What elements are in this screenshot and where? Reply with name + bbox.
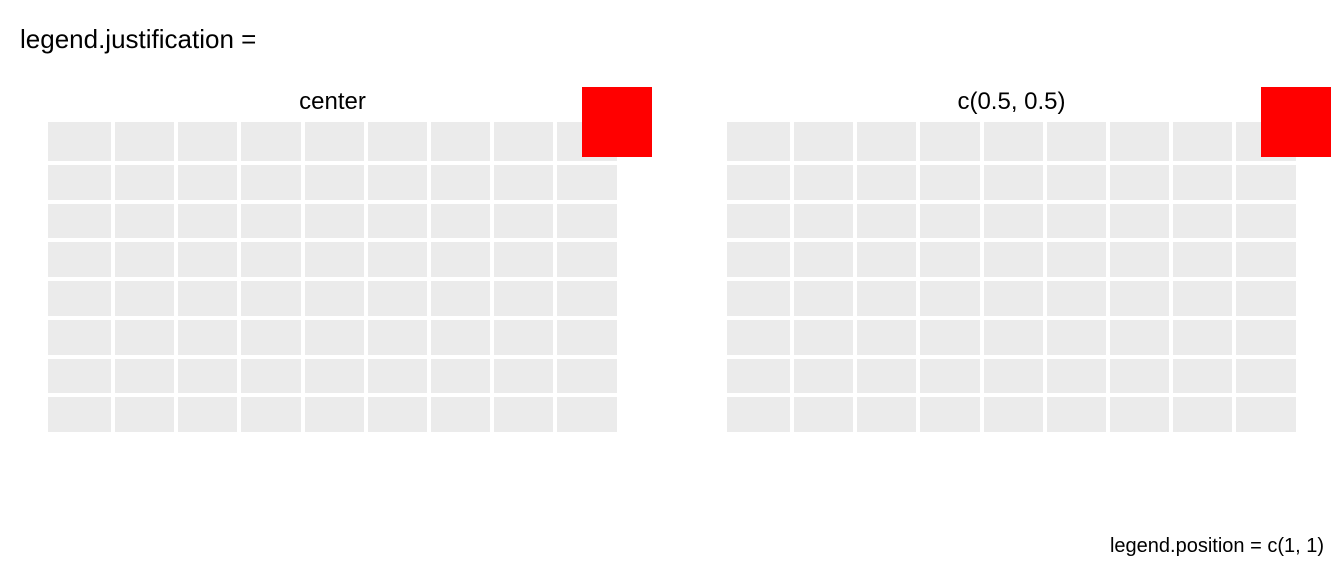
- panel-right: c(0.5, 0.5): [727, 88, 1296, 432]
- panel-row: center c(0.5, 0.5): [48, 88, 1296, 432]
- plot-area-left: [48, 122, 617, 432]
- legend-box-left: [582, 87, 652, 157]
- panel-title-right: c(0.5, 0.5): [727, 88, 1296, 116]
- caption: legend.position = c(1, 1): [1110, 535, 1324, 558]
- legend-box-right: [1261, 87, 1331, 157]
- plot-area-right: [727, 122, 1296, 432]
- panel-title-left: center: [48, 88, 617, 116]
- main-title: legend.justification =: [20, 24, 256, 55]
- panel-left: center: [48, 88, 617, 432]
